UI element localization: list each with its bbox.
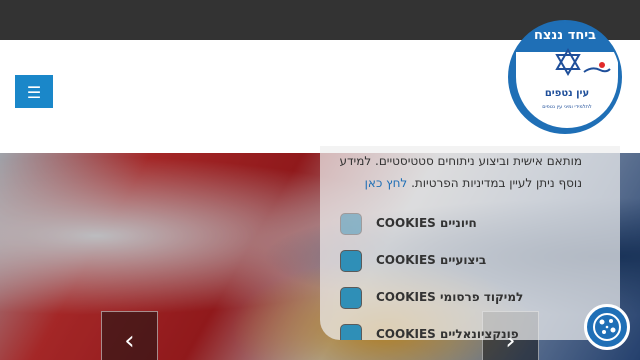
consent-text-line1: מותאם אישית וביצוע ניתוחים סטטיסטיים. למ…	[339, 154, 582, 168]
chevron-left-icon: ‹	[124, 326, 135, 356]
site-logo[interactable]: ביחד ננצח עין נטפים לתלמידי ומיני עין נט…	[508, 20, 622, 134]
cookie-icon	[593, 313, 621, 341]
consent-text-line2-body: נוסף ניתן לעיין במדיניות הפרטיות.	[411, 176, 582, 190]
logo-emblem: עין נטפים לתלמידי ומיני עין נטפים	[516, 48, 618, 128]
menu-button[interactable]: ☰	[15, 75, 53, 108]
cookie-category-functional: פונקציונאליים COOKIES	[340, 324, 520, 340]
cookie-category-label: פונקציונאליים COOKIES	[376, 327, 519, 340]
cookie-category-necessary: חיוניים COOKIES	[340, 213, 520, 237]
slider-prev-button[interactable]: ‹	[101, 311, 158, 360]
cookie-category-label: למיקוד פרסומי COOKIES	[376, 290, 524, 304]
targeting-checkbox[interactable]	[340, 287, 362, 309]
functional-checkbox[interactable]	[340, 324, 362, 340]
cookie-category-label: ביצועיים COOKIES	[376, 253, 487, 267]
consent-description: מותאם אישית וביצוע ניתוחים סטטיסטיים. למ…	[332, 150, 582, 194]
logo-subtitle: לתלמידי ומיני עין נטפים	[542, 104, 592, 110]
consent-text-line2: נוסף ניתן לעיין במדיניות הפרטיות. לחץ כא…	[332, 172, 582, 194]
necessary-checkbox[interactable]	[340, 213, 362, 235]
performance-checkbox[interactable]	[340, 250, 362, 272]
cookie-category-targeting: למיקוד פרסומי COOKIES	[340, 287, 524, 311]
cookie-settings-button[interactable]	[584, 304, 630, 350]
logo-top-text: ביחד ננצח	[533, 28, 597, 43]
cookie-consent-panel: מותאם אישית וביצוע ניתוחים סטטיסטיים. למ…	[320, 146, 620, 340]
cookie-category-label: חיוניים COOKIES	[376, 216, 477, 230]
swimmer-icon	[583, 62, 611, 73]
logo-name: עין נטפים	[544, 88, 590, 99]
star-of-david-icon	[555, 48, 581, 76]
privacy-link[interactable]: לחץ כאן	[365, 176, 408, 190]
cookie-category-performance: ביצועיים COOKIES	[340, 250, 520, 274]
